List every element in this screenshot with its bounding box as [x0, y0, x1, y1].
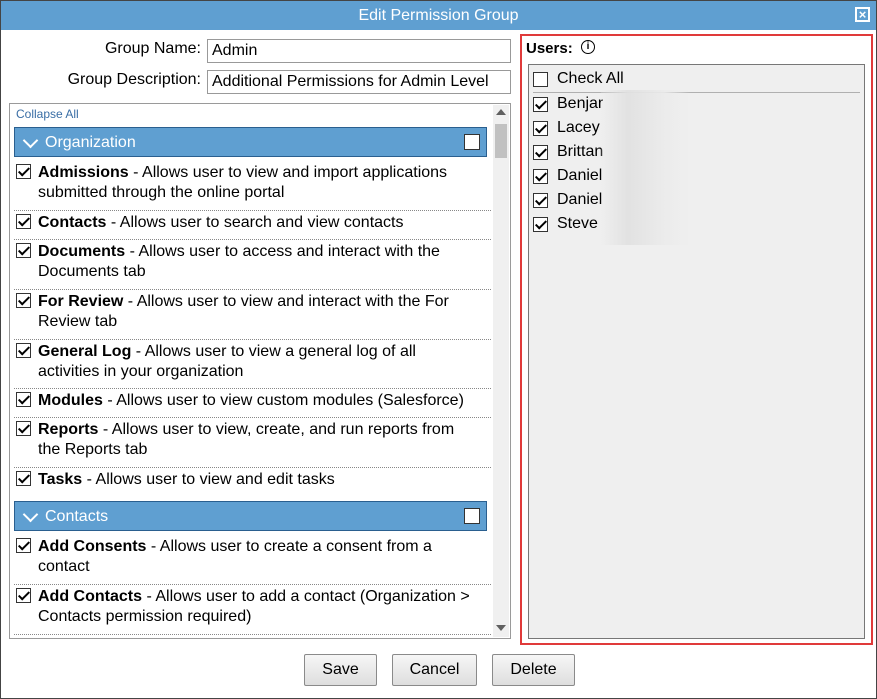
user-checkbox[interactable]	[533, 145, 548, 160]
permission-checkbox[interactable]	[16, 293, 31, 308]
permission-desc: - Allows user to view and edit tasks	[82, 471, 335, 488]
users-label: Users:	[526, 40, 573, 57]
user-checkbox[interactable]	[533, 217, 548, 232]
info-icon[interactable]: i	[581, 40, 595, 54]
permission-name: Modules	[38, 392, 103, 409]
edit-permission-group-dialog: Edit Permission Group × Group Name: Admi…	[0, 0, 877, 699]
permission-checkbox[interactable]	[16, 164, 31, 179]
permission-desc: - Allows user to view custom modules (Sa…	[102, 392, 464, 409]
section-header-organization[interactable]: Organization	[14, 127, 487, 157]
user-name: Brittan	[557, 143, 604, 160]
permission-item-reports: Reports - Allows user to view, create, a…	[14, 418, 491, 468]
section-checkbox-organization[interactable]	[464, 134, 480, 150]
chevron-down-icon	[22, 506, 39, 523]
user-name: Benjar	[557, 95, 604, 112]
users-list: Check All Benjar Lacey Brittan Daniel Da…	[528, 64, 865, 639]
section-label: Organization	[45, 134, 136, 151]
permissions-scrollbar[interactable]	[493, 105, 509, 637]
permission-checkbox[interactable]	[16, 471, 31, 486]
chevron-down-icon	[22, 132, 39, 149]
section-header-contacts[interactable]: Contacts	[14, 501, 487, 531]
permission-name: Add Consents	[38, 538, 147, 555]
permissions-panel: Collapse All Organization Admissions - A…	[9, 103, 511, 639]
user-checkbox[interactable]	[533, 193, 548, 208]
permission-item-add-consents: Add Consents - Allows user to create a c…	[14, 535, 491, 585]
users-panel: Users: i Check All Benjar Lacey Brittan	[520, 34, 873, 645]
permission-item-tasks: Tasks - Allows user to view and edit tas…	[14, 468, 491, 497]
group-name-input[interactable]: Admin	[207, 39, 511, 63]
permission-name: Contacts	[38, 214, 107, 231]
permission-item-admissions: Admissions - Allows user to view and imp…	[14, 161, 491, 211]
save-button[interactable]: Save	[304, 654, 377, 686]
permission-name: Documents	[38, 243, 126, 260]
dialog-title: Edit Permission Group	[358, 7, 519, 24]
scroll-up-icon[interactable]	[496, 109, 506, 115]
permission-name: Admissions	[38, 164, 129, 181]
group-description-input[interactable]: Additional Permissions for Admin Level	[207, 70, 511, 94]
permission-item-for-review: For Review - Allows user to view and int…	[14, 290, 491, 340]
user-name: Lacey	[557, 119, 600, 136]
permission-name: Tasks	[38, 471, 83, 488]
user-checkbox[interactable]	[533, 121, 548, 136]
user-name: Daniel	[557, 191, 603, 208]
section-label: Contacts	[45, 508, 109, 525]
permission-item-documents: Documents - Allows user to access and in…	[14, 240, 491, 290]
user-name: Daniel	[557, 167, 603, 184]
check-all-checkbox[interactable]	[533, 72, 548, 87]
redaction-blur	[601, 90, 691, 245]
permission-checkbox[interactable]	[16, 538, 31, 553]
permission-desc: - Allows user to view, create, and run r…	[38, 421, 455, 458]
permission-name: General Log	[38, 343, 132, 360]
permission-name: For Review	[38, 293, 124, 310]
scroll-thumb[interactable]	[495, 124, 507, 158]
permission-checkbox[interactable]	[16, 214, 31, 229]
user-checkbox[interactable]	[533, 169, 548, 184]
permission-checkbox[interactable]	[16, 421, 31, 436]
collapse-all-link[interactable]: Collapse All	[16, 107, 79, 121]
delete-button[interactable]: Delete	[492, 654, 575, 686]
close-icon[interactable]: ×	[855, 7, 870, 22]
check-all-label: Check All	[557, 70, 624, 87]
permission-item-contacts: Contacts - Allows user to search and vie…	[14, 211, 491, 240]
permission-item-general-log: General Log - Allows user to view a gene…	[14, 340, 491, 389]
permission-checkbox[interactable]	[16, 343, 31, 358]
permission-checkbox[interactable]	[16, 243, 31, 258]
cancel-button[interactable]: Cancel	[392, 654, 477, 686]
permission-item-modules: Modules - Allows user to view custom mod…	[14, 389, 491, 418]
permission-item-add-contacts: Add Contacts - Allows user to add a cont…	[14, 585, 491, 635]
user-name: Steve	[557, 215, 598, 232]
scroll-down-icon[interactable]	[496, 625, 506, 631]
group-description-label: Group Description:	[67, 71, 201, 88]
section-checkbox-contacts[interactable]	[464, 508, 480, 524]
permission-name: Reports	[38, 421, 99, 438]
permission-checkbox[interactable]	[16, 588, 31, 603]
user-checkbox[interactable]	[533, 97, 548, 112]
group-name-label: Group Name:	[104, 40, 201, 57]
dialog-title-bar: Edit Permission Group ×	[1, 1, 876, 30]
permission-desc: - Allows user to search and view contact…	[106, 214, 404, 231]
permission-checkbox[interactable]	[16, 392, 31, 407]
permission-name: Add Contacts	[38, 588, 142, 605]
